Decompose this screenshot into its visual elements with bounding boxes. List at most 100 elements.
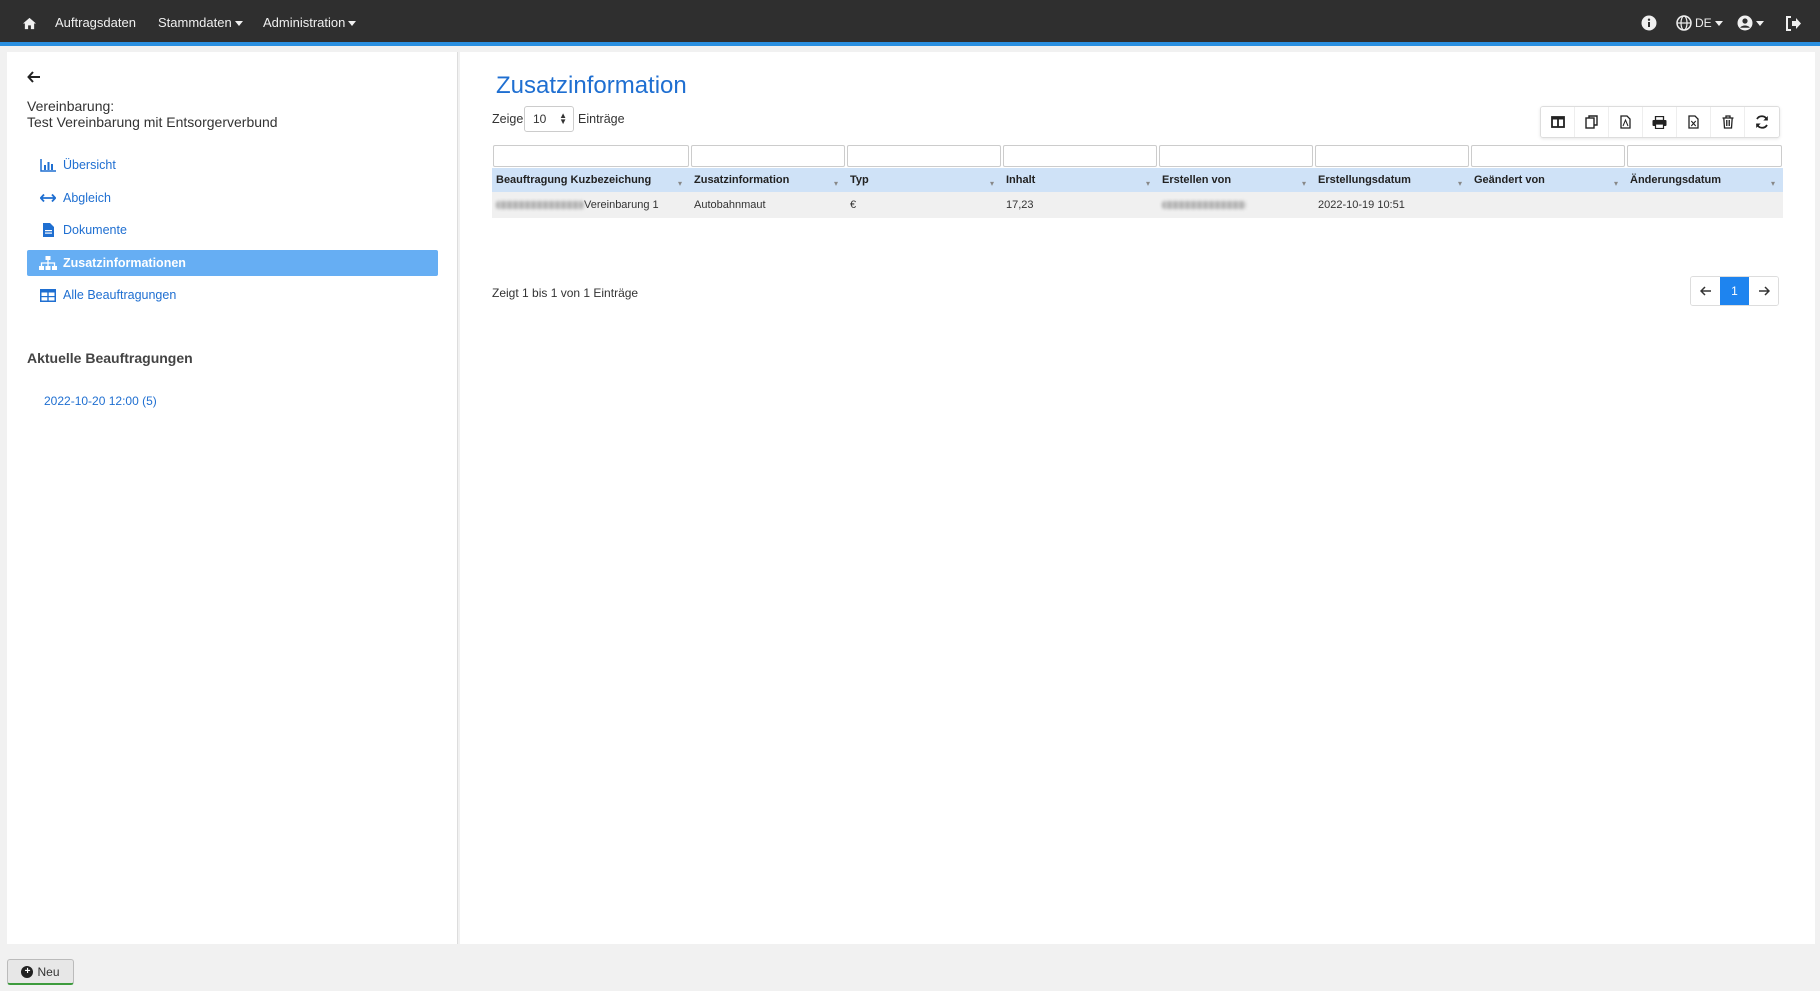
sidebar-item-uebersicht[interactable]: Übersicht (27, 152, 438, 178)
table-cell: Vereinbarung 1 (492, 192, 690, 218)
sort-icon: ▾ (833, 179, 838, 188)
next-page-button[interactable] (1749, 277, 1778, 305)
pdf-button[interactable] (1609, 107, 1643, 137)
new-button[interactable]: + Neu (7, 959, 74, 985)
column-header[interactable]: Erstellungsdatum ▾ (1314, 168, 1470, 192)
table-cell: 17,23 (1002, 192, 1158, 218)
excel-button[interactable] (1677, 107, 1711, 137)
top-navbar: Auftragsdaten Stammdaten Administration … (0, 0, 1820, 46)
sort-icon: ▾ (1145, 179, 1150, 188)
sort-icon: ▾ (1613, 179, 1618, 188)
page-size-value: 10 (533, 112, 547, 126)
column-header-label: Erstellungsdatum (1318, 174, 1411, 186)
column-header-label: Beauftragung Kuzbezeichung (496, 174, 652, 186)
columns-icon (1550, 116, 1565, 128)
home-icon[interactable] (22, 13, 37, 33)
info-icon[interactable] (1641, 13, 1657, 33)
arrow-left-icon (1699, 286, 1711, 296)
chevron-down-icon (234, 21, 243, 27)
chevron-down-icon (1714, 20, 1723, 26)
filter-input[interactable] (1159, 145, 1313, 167)
filter-input[interactable] (691, 145, 845, 167)
column-header[interactable]: Zusatzinformation ▾ (690, 168, 846, 192)
filter-input[interactable] (493, 145, 689, 167)
filter-input[interactable] (1627, 145, 1782, 167)
sitemap-icon (39, 255, 57, 270)
page-size-select[interactable]: 10 ▲ ▼ (524, 106, 574, 132)
table-toolbar (1540, 106, 1780, 138)
sidebar-item-dokumente[interactable]: Dokumente (27, 217, 438, 243)
print-button[interactable] (1643, 107, 1677, 137)
column-header[interactable]: Beauftragung Kuzbezeichung ▾ (492, 168, 690, 192)
current-order-link[interactable]: 2022-10-20 12:00 (5) (44, 394, 157, 408)
table-cell: 2022-10-19 10:51 (1314, 192, 1470, 218)
copy-icon (1585, 115, 1598, 129)
pdf-icon (1620, 115, 1631, 129)
plus-circle-icon: + (21, 965, 34, 978)
copy-button[interactable] (1575, 107, 1609, 137)
chevron-down-icon (348, 21, 357, 27)
filter-input[interactable] (847, 145, 1001, 167)
nav-stammdaten-label: Stammdaten (158, 15, 232, 30)
table-info: Zeigt 1 bis 1 von 1 Einträge (492, 286, 639, 300)
current-orders-title: Aktuelle Beauftragungen (27, 350, 193, 366)
previous-page-button[interactable] (1691, 277, 1720, 305)
filter-input[interactable] (1003, 145, 1157, 167)
sidebar-item-abgleich[interactable]: Abgleich (27, 185, 438, 211)
column-header-label: Zusatzinformation (694, 174, 790, 186)
chevron-down-icon (1756, 20, 1764, 26)
sort-icon: ▾ (1301, 179, 1306, 188)
table-cell: Autobahnmaut (690, 192, 846, 218)
main-content: Zusatzinformation Zeige 10 ▲▼ Einträge (460, 52, 1815, 944)
user-menu[interactable] (1737, 13, 1764, 33)
sidebar: Vereinbarung: Test Vereinbarung mit Ents… (7, 52, 458, 944)
refresh-button[interactable] (1745, 107, 1779, 137)
nav-stammdaten[interactable]: Stammdaten (158, 0, 243, 46)
logout-icon[interactable] (1785, 13, 1802, 33)
language-selector[interactable]: DE (1676, 13, 1723, 33)
refresh-icon (1756, 115, 1768, 129)
agreement-label: Vereinbarung: (27, 98, 115, 114)
column-header[interactable]: Typ ▾ (846, 168, 1002, 192)
sort-icon: ▾ (1770, 179, 1775, 188)
columns-button[interactable] (1541, 107, 1575, 137)
back-arrow-icon[interactable] (27, 70, 47, 90)
trash-icon (1722, 115, 1733, 129)
column-header[interactable]: Änderungsdatum ▾ (1626, 168, 1783, 192)
sort-icon: ▾ (989, 179, 994, 188)
filter-row (492, 144, 1783, 168)
column-header-label: Inhalt (1006, 174, 1036, 186)
sidebar-item-label: Abgleich (63, 190, 111, 205)
excel-icon (1688, 115, 1699, 129)
table-cell (1158, 192, 1314, 218)
sort-updown-icon: ▲ ▼ (559, 111, 567, 126)
column-header-label: Erstellen von (1162, 174, 1232, 186)
filter-input[interactable] (1315, 145, 1469, 167)
print-icon (1652, 115, 1667, 129)
sidebar-item-label: Alle Beauftragungen (63, 288, 177, 302)
delete-button[interactable] (1711, 107, 1745, 137)
language-label: DE (1695, 16, 1712, 30)
filter-input[interactable] (1471, 145, 1625, 167)
redacted-text (1162, 201, 1246, 210)
page-button-current[interactable]: 1 (1720, 277, 1749, 305)
column-header[interactable]: Erstellen von ▾ (1158, 168, 1314, 192)
table-cell: € (846, 192, 1002, 218)
sidebar-nav: Übersicht Abgleich Dokumente Zusatzinfor… (27, 152, 438, 315)
table-row[interactable]: Vereinbarung 1 Autobahnmaut € 17,23 2022… (492, 192, 1783, 218)
sidebar-item-label: Dokumente (63, 223, 127, 237)
arrows-horizontal-icon (39, 191, 57, 205)
sidebar-item-zusatzinformationen[interactable]: Zusatzinformationen (27, 249, 438, 276)
data-table: Beauftragung Kuzbezeichung ▾ Zusatzinform… (492, 144, 1783, 218)
column-header[interactable]: Geändert von ▾ (1470, 168, 1626, 192)
column-header-label: Geändert von (1474, 174, 1545, 186)
nav-administration[interactable]: Administration (263, 0, 357, 46)
sidebar-item-alle-beauftragungen[interactable]: Alle Beauftragungen (27, 282, 438, 308)
sort-icon: ▾ (1457, 179, 1462, 188)
column-header[interactable]: Inhalt ▾ (1002, 168, 1158, 192)
table-cell (1626, 192, 1783, 218)
sidebar-item-label: Übersicht (63, 158, 116, 172)
nav-administration-label: Administration (263, 15, 346, 30)
nav-auftragsdaten[interactable]: Auftragsdaten (55, 0, 136, 46)
globe-icon (1676, 15, 1692, 31)
